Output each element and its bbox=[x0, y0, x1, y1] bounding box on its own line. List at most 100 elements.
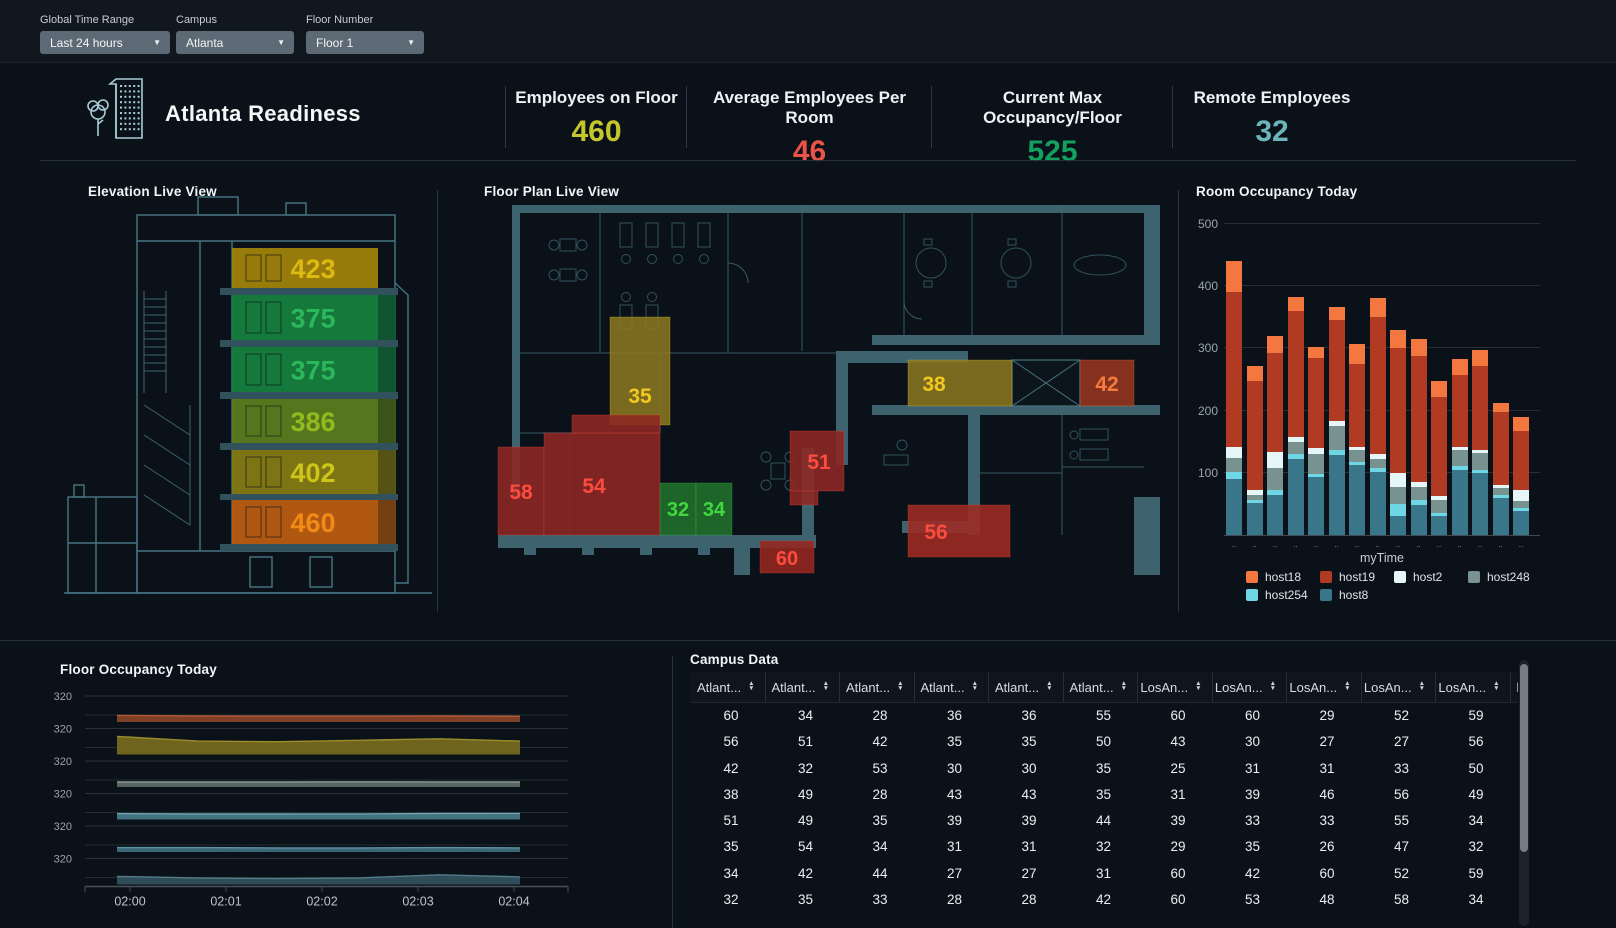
bar-segment-host248 bbox=[1452, 450, 1468, 466]
window-dot bbox=[133, 90, 135, 92]
column-header-1[interactable]: Atlant...▲▼ bbox=[765, 672, 840, 702]
window-dot bbox=[129, 96, 131, 98]
kpi-0: Employees on Floor460 bbox=[505, 86, 687, 148]
table-cell: 53 bbox=[1212, 887, 1287, 913]
bar bbox=[1493, 403, 1509, 535]
column-header-0[interactable]: Atlant...▲▼ bbox=[690, 672, 765, 702]
y-axis-tick: 500 bbox=[1192, 217, 1218, 231]
filter-campus: Campus Atlanta ▼ bbox=[176, 14, 294, 54]
legend-item-host18: host18 bbox=[1246, 570, 1320, 584]
bar bbox=[1288, 297, 1304, 535]
floor-value: Floor 1 bbox=[316, 36, 353, 50]
window-dot bbox=[138, 107, 140, 109]
time-range-value: Last 24 hours bbox=[50, 36, 123, 50]
window-dot bbox=[129, 123, 131, 125]
table-cell: 27 bbox=[914, 861, 989, 887]
x-tick-label: 02:03 bbox=[402, 895, 433, 909]
bar-segment-host8 bbox=[1472, 473, 1488, 535]
window-dot bbox=[120, 107, 122, 109]
sort-icon: ▲▼ bbox=[897, 682, 903, 691]
room-occupancy-value: 38 bbox=[922, 373, 946, 396]
table-cell: 27 bbox=[988, 861, 1063, 887]
table-cell: 43 bbox=[1137, 729, 1212, 755]
table-cell: 46 bbox=[1286, 782, 1361, 808]
table-cell bbox=[1510, 834, 1519, 860]
bar-segment-host248 bbox=[1411, 487, 1427, 501]
scrollbar-thumb[interactable] bbox=[1520, 664, 1528, 852]
bar bbox=[1452, 359, 1468, 535]
bar-segment-host19 bbox=[1411, 356, 1427, 482]
kpi-value: 32 bbox=[1173, 115, 1371, 149]
column-header-2[interactable]: Atlant...▲▼ bbox=[839, 672, 914, 702]
column-header-9[interactable]: LosAn...▲▼ bbox=[1361, 672, 1436, 702]
table-cell: 49 bbox=[1435, 782, 1510, 808]
window-dot bbox=[124, 128, 126, 130]
bar-segment-host18 bbox=[1390, 330, 1406, 349]
table-cell: 60 bbox=[1137, 861, 1212, 887]
x-tick-label: .. bbox=[1329, 540, 1345, 549]
room-occupancy-chart: 100200300400500 ........................… bbox=[1190, 210, 1550, 610]
y-axis-tick: 100 bbox=[1192, 466, 1218, 480]
legend-item-host254: host254 bbox=[1246, 588, 1320, 602]
table-cell: 35 bbox=[1212, 834, 1287, 860]
table-cell: 51 bbox=[765, 729, 840, 755]
table-cell: 30 bbox=[1212, 729, 1287, 755]
window-dot bbox=[129, 101, 131, 103]
window-dot bbox=[133, 101, 135, 103]
table-cell: 59 bbox=[1435, 703, 1510, 729]
window-dot bbox=[120, 96, 122, 98]
table-cell: 36 bbox=[988, 703, 1063, 729]
table-cell: 35 bbox=[1063, 756, 1138, 782]
room-occupancy-value: 51 bbox=[807, 451, 831, 474]
table-cell: 31 bbox=[988, 834, 1063, 860]
column-header-8[interactable]: LosAn...▲▼ bbox=[1286, 672, 1361, 702]
x-tick-label: .. bbox=[1452, 540, 1468, 549]
x-tick-label: .. bbox=[1390, 540, 1406, 549]
window-dot bbox=[133, 112, 135, 114]
floor-dropdown[interactable]: Floor 1 ▼ bbox=[306, 31, 424, 54]
column-header-5[interactable]: Atlant...▲▼ bbox=[1063, 672, 1138, 702]
window-dot bbox=[138, 123, 140, 125]
window-dot bbox=[133, 96, 135, 98]
column-header-11: l bbox=[1510, 672, 1519, 702]
floor-occupancy-value: 386 bbox=[290, 407, 335, 437]
floor-occupancy-chart: 32032032032032032002:0002:0102:0202:0302… bbox=[40, 680, 600, 915]
chevron-down-icon: ▼ bbox=[407, 38, 415, 47]
table-cell: 33 bbox=[839, 887, 914, 913]
room-occupancy-value: 56 bbox=[924, 521, 947, 544]
bar-segment-host18 bbox=[1472, 350, 1488, 366]
column-header-3[interactable]: Atlant...▲▼ bbox=[914, 672, 989, 702]
column-header-6[interactable]: LosAn...▲▼ bbox=[1137, 672, 1212, 702]
campus-dropdown[interactable]: Atlanta ▼ bbox=[176, 31, 294, 54]
row-y-tick: 320 bbox=[54, 789, 72, 801]
table-cell: 34 bbox=[839, 834, 914, 860]
x-tick-label: 02:02 bbox=[306, 895, 337, 909]
window-dot bbox=[133, 85, 135, 87]
table-cell: 29 bbox=[1286, 703, 1361, 729]
table-cell: 33 bbox=[1212, 808, 1287, 834]
time-range-dropdown[interactable]: Last 24 hours ▼ bbox=[40, 31, 170, 54]
bar bbox=[1472, 350, 1488, 535]
x-tick-label: 02:04 bbox=[498, 895, 529, 909]
row-y-tick: 320 bbox=[54, 821, 72, 833]
table-cell: 39 bbox=[988, 808, 1063, 834]
table-cell: 35 bbox=[765, 887, 840, 913]
bar-segment-host248 bbox=[1431, 500, 1447, 512]
table-cell: 56 bbox=[1361, 782, 1436, 808]
window-dot bbox=[120, 128, 122, 130]
window-dot bbox=[129, 112, 131, 114]
elevator-shaft bbox=[1012, 360, 1080, 406]
header-divider bbox=[40, 160, 1576, 161]
scrollbar-track[interactable] bbox=[1519, 660, 1529, 926]
column-header-10[interactable]: LosAn...▲▼ bbox=[1435, 672, 1510, 702]
window-dot bbox=[138, 112, 140, 114]
window-dot bbox=[124, 107, 126, 109]
bar bbox=[1349, 344, 1365, 535]
column-header-7[interactable]: LosAn...▲▼ bbox=[1212, 672, 1287, 702]
table-cell: 32 bbox=[765, 756, 840, 782]
table-cell: 39 bbox=[1137, 808, 1212, 834]
bar-segment-host19 bbox=[1472, 366, 1488, 450]
bar-segment-host248 bbox=[1349, 450, 1365, 461]
bar bbox=[1431, 381, 1447, 535]
column-header-4[interactable]: Atlant...▲▼ bbox=[988, 672, 1063, 702]
